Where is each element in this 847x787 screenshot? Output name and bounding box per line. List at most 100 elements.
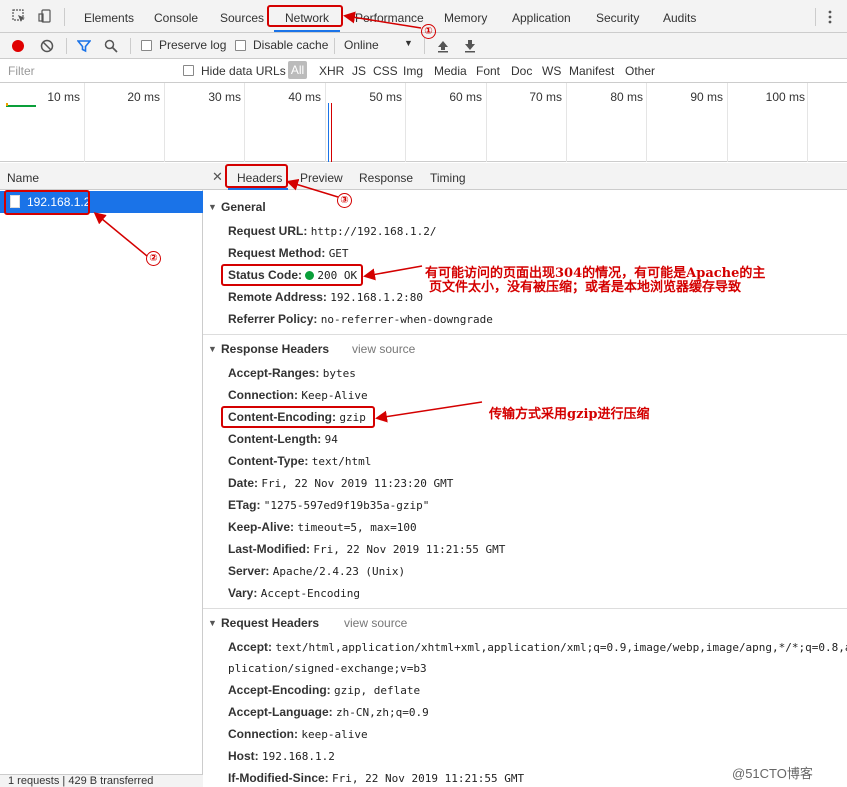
header-key: Remote Address: bbox=[228, 290, 327, 304]
filter-type-ws[interactable]: WS bbox=[542, 64, 561, 78]
caret-down-icon[interactable]: ▼ bbox=[208, 344, 217, 354]
filter-type-img[interactable]: Img bbox=[403, 64, 423, 78]
network-tab-highlight bbox=[267, 5, 343, 27]
caret-down-icon[interactable]: ▼ bbox=[208, 202, 217, 212]
filter-input[interactable]: Filter bbox=[4, 62, 174, 80]
tick-line bbox=[807, 83, 808, 162]
request-headers-section-title[interactable]: Request Headers bbox=[221, 616, 319, 630]
preserve-log-label: Preserve log bbox=[159, 38, 227, 52]
preserve-log-checkbox[interactable] bbox=[141, 40, 152, 51]
general-section-title[interactable]: General bbox=[221, 200, 266, 214]
tab-performance[interactable]: Performance bbox=[355, 11, 424, 25]
device-toolbar-icon[interactable] bbox=[38, 9, 52, 23]
tab-console[interactable]: Console bbox=[154, 11, 198, 25]
tab-memory[interactable]: Memory bbox=[444, 11, 487, 25]
chevron-down-icon[interactable]: ▼ bbox=[404, 38, 413, 48]
header-key: Referrer Policy: bbox=[228, 312, 318, 326]
more-options-icon[interactable] bbox=[826, 10, 834, 24]
header-key: Content-Length: bbox=[228, 432, 322, 446]
close-icon[interactable]: ✕ bbox=[212, 169, 223, 185]
filter-type-manifest[interactable]: Manifest bbox=[569, 64, 614, 78]
tick-line bbox=[164, 83, 165, 162]
header-value: timeout=5, max=100 bbox=[297, 521, 417, 534]
active-tab-indicator bbox=[228, 188, 288, 190]
header-value: bytes bbox=[322, 367, 356, 380]
request-header-row: Host: 192.168.1.2 bbox=[228, 749, 335, 763]
tick-label: 50 ms bbox=[369, 90, 402, 104]
annotation-number-2: ② bbox=[146, 251, 161, 266]
header-value: Fri, 22 Nov 2019 11:21:55 GMT bbox=[332, 772, 525, 785]
search-icon[interactable] bbox=[104, 39, 118, 53]
hide-data-urls-checkbox[interactable] bbox=[183, 65, 194, 76]
response-header-row: Last-Modified: Fri, 22 Nov 2019 11:21:55… bbox=[228, 542, 505, 556]
detail-tab-bar: ✕ Headers Preview Response Timing bbox=[203, 163, 847, 190]
header-key: Request URL: bbox=[228, 224, 308, 238]
header-value: zh-CN,zh;q=0.9 bbox=[336, 706, 429, 719]
general-row: Referrer Policy: no-referrer-when-downgr… bbox=[228, 312, 493, 326]
tick-line bbox=[84, 83, 85, 162]
tick-line bbox=[244, 83, 245, 162]
request-view-source-link[interactable]: view source bbox=[344, 616, 407, 630]
filter-icon[interactable] bbox=[77, 39, 91, 53]
content-encoding-highlight bbox=[221, 406, 375, 428]
tab-preview[interactable]: Preview bbox=[300, 171, 343, 185]
response-header-row: Server: Apache/2.4.23 (Unix) bbox=[228, 564, 405, 578]
header-value: plication/signed-exchange;v=b3 bbox=[228, 662, 427, 675]
request-header-row: Accept-Language: zh-CN,zh;q=0.9 bbox=[228, 705, 429, 719]
dom-content-loaded-marker bbox=[328, 103, 329, 162]
response-view-source-link[interactable]: view source bbox=[352, 342, 415, 356]
inspect-element-icon[interactable] bbox=[12, 9, 26, 23]
annotation-number-1: ① bbox=[421, 24, 436, 39]
export-har-icon[interactable] bbox=[464, 39, 476, 53]
record-icon[interactable] bbox=[11, 39, 25, 53]
request-list: Name 192.168.1.2 1 requests | 429 B tran… bbox=[0, 163, 203, 787]
tab-audits[interactable]: Audits bbox=[663, 11, 696, 25]
filter-type-media[interactable]: Media bbox=[434, 64, 467, 78]
request-header-row: Accept-Encoding: gzip, deflate bbox=[228, 683, 420, 697]
toolbar-divider bbox=[815, 8, 816, 26]
filter-type-font[interactable]: Font bbox=[476, 64, 500, 78]
tick-label: 100 ms bbox=[765, 90, 805, 104]
disable-cache-label: Disable cache bbox=[253, 38, 329, 52]
filter-type-doc[interactable]: Doc bbox=[511, 64, 532, 78]
throttle-select[interactable]: Online bbox=[344, 38, 379, 52]
header-value: text/html bbox=[311, 455, 372, 468]
import-har-icon[interactable] bbox=[437, 39, 449, 53]
header-key: Last-Modified: bbox=[228, 542, 310, 556]
name-column-header[interactable]: Name bbox=[0, 163, 203, 190]
tick-label: 10 ms bbox=[47, 90, 80, 104]
tab-elements[interactable]: Elements bbox=[84, 11, 134, 25]
filter-type-other[interactable]: Other bbox=[625, 64, 655, 78]
response-headers-section-title[interactable]: Response Headers bbox=[221, 342, 329, 356]
tab-timing[interactable]: Timing bbox=[430, 171, 466, 185]
header-key: Accept-Language: bbox=[228, 705, 333, 719]
disable-cache-checkbox[interactable] bbox=[235, 40, 246, 51]
tab-sources[interactable]: Sources bbox=[220, 11, 264, 25]
header-key: Content-Type: bbox=[228, 454, 309, 468]
tick-line bbox=[727, 83, 728, 162]
tick-line bbox=[325, 83, 326, 162]
general-row: Remote Address: 192.168.1.2:80 bbox=[228, 290, 423, 304]
header-value: Fri, 22 Nov 2019 11:23:20 GMT bbox=[261, 477, 454, 490]
filter-type-js[interactable]: JS bbox=[352, 64, 366, 78]
general-row: Request Method: GET bbox=[228, 246, 349, 260]
timeline-overview[interactable]: 10 ms 20 ms 30 ms 40 ms 50 ms 60 ms 70 m… bbox=[0, 83, 847, 162]
header-value: 192.168.1.2:80 bbox=[330, 291, 423, 304]
clear-icon[interactable] bbox=[40, 39, 54, 53]
tick-label: 30 ms bbox=[208, 90, 241, 104]
response-header-row: Content-Type: text/html bbox=[228, 454, 371, 468]
response-header-row: Vary: Accept-Encoding bbox=[228, 586, 360, 600]
filter-bar: Filter Hide data URLs All XHR JS CSS Img… bbox=[0, 59, 847, 83]
filter-type-xhr[interactable]: XHR bbox=[319, 64, 344, 78]
caret-down-icon[interactable]: ▼ bbox=[208, 618, 217, 628]
tab-security[interactable]: Security bbox=[596, 11, 639, 25]
filter-type-all[interactable]: All bbox=[288, 61, 307, 79]
header-value: Fri, 22 Nov 2019 11:21:55 GMT bbox=[313, 543, 506, 556]
tab-application[interactable]: Application bbox=[512, 11, 571, 25]
header-value: Apache/2.4.23 (Unix) bbox=[272, 565, 406, 578]
filter-type-css[interactable]: CSS bbox=[373, 64, 398, 78]
tick-label: 60 ms bbox=[449, 90, 482, 104]
response-header-row: ETag: "1275-597ed9f19b35a-gzip" bbox=[228, 498, 429, 512]
gzip-note: 传输方式采用gzip进行压缩 bbox=[489, 407, 650, 422]
tab-response[interactable]: Response bbox=[359, 171, 413, 185]
